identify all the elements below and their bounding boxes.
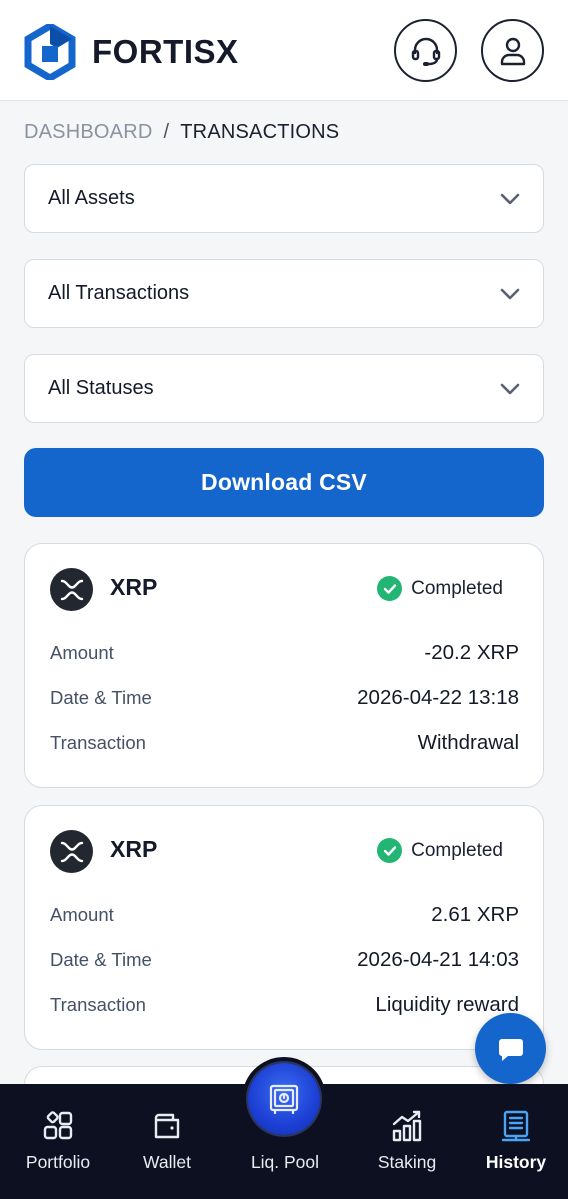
asset-name: XRP: [110, 836, 158, 862]
transaction-label: Transaction: [50, 994, 146, 1015]
chat-button[interactable]: [475, 1013, 546, 1084]
brand-name: FORTISX: [92, 33, 239, 70]
status-text: Completed: [411, 839, 503, 861]
assets-filter-select[interactable]: All Assets: [24, 164, 544, 233]
datetime-label: Date & Time: [50, 949, 152, 970]
nav-label-portfolio: Portfolio: [25, 1152, 91, 1172]
history-list-icon: [501, 1110, 531, 1142]
xrp-coin-icon: [50, 568, 93, 611]
breadcrumb-current: TRANSACTIONS: [180, 121, 340, 143]
datetime-value: 2026-04-22 13:18: [357, 686, 519, 709]
portfolio-grid-icon: [43, 1111, 73, 1140]
nav-label-staking: Staking: [377, 1152, 437, 1172]
chat-bubble-icon: [498, 1038, 523, 1061]
chevron-down-icon: [500, 193, 520, 204]
datetime-label: Date & Time: [50, 687, 152, 708]
download-csv-button[interactable]: Download CSV: [24, 448, 544, 517]
transaction-type-row: Transaction Liquidity reward: [50, 991, 519, 1019]
transaction-type-value: Liquidity reward: [375, 993, 519, 1016]
nav-item-staking[interactable]: Staking: [350, 1084, 464, 1199]
transaction-label: Transaction: [50, 732, 146, 753]
datetime-row: Date & Time 2026-04-21 14:03: [50, 946, 519, 974]
nav-item-portfolio[interactable]: Portfolio: [1, 1084, 115, 1199]
status-badge: Completed: [377, 576, 503, 601]
chart-bars-icon: [392, 1110, 422, 1142]
asset-name: XRP: [110, 574, 158, 600]
breadcrumb-separator: /: [163, 121, 170, 143]
vault-icon: [269, 1084, 299, 1115]
headset-icon: [411, 37, 440, 66]
transaction-card[interactable]: XRP Completed Amount -20.2 XRP Date & Ti…: [24, 543, 544, 788]
support-button[interactable]: [394, 19, 457, 82]
xrp-coin-icon: [50, 830, 93, 873]
wallet-icon: [154, 1113, 180, 1139]
nav-item-wallet[interactable]: Wallet: [110, 1084, 224, 1199]
nav-item-history[interactable]: History: [459, 1084, 568, 1199]
chevron-down-icon: [500, 383, 520, 394]
brand-logo[interactable]: FORTISX: [24, 24, 239, 80]
transaction-type-value: Withdrawal: [417, 731, 519, 754]
datetime-value: 2026-04-21 14:03: [357, 948, 519, 971]
check-circle-icon: [377, 838, 403, 863]
amount-value: 2.61 XRP: [431, 903, 519, 926]
amount-row: Amount 2.61 XRP: [50, 901, 519, 929]
breadcrumb-dashboard-link[interactable]: DASHBOARD: [24, 121, 153, 143]
app-header: FORTISX: [0, 0, 568, 101]
transaction-type-row: Transaction Withdrawal: [50, 729, 519, 757]
check-circle-icon: [377, 576, 403, 601]
statuses-filter-value: All Statuses: [48, 377, 154, 399]
amount-value: -20.2 XRP: [424, 641, 519, 664]
fortisx-logo-icon: [24, 24, 76, 80]
assets-filter-value: All Assets: [48, 187, 135, 209]
nav-label-liq-pool: Liq. Pool: [250, 1152, 320, 1172]
breadcrumb: DASHBOARD / TRANSACTIONS: [24, 121, 339, 144]
status-text: Completed: [411, 577, 503, 599]
nav-label-wallet: Wallet: [143, 1152, 191, 1172]
transactions-filter-value: All Transactions: [48, 282, 190, 304]
chevron-down-icon: [500, 288, 520, 299]
nav-label-history: History: [485, 1152, 547, 1172]
user-icon: [500, 37, 525, 65]
transactions-filter-select[interactable]: All Transactions: [24, 259, 544, 328]
status-badge: Completed: [377, 838, 503, 863]
amount-label: Amount: [50, 642, 114, 663]
amount-label: Amount: [50, 904, 114, 925]
statuses-filter-select[interactable]: All Statuses: [24, 354, 544, 423]
amount-row: Amount -20.2 XRP: [50, 639, 519, 667]
transaction-card[interactable]: XRP Completed Amount 2.61 XRP Date & Tim…: [24, 805, 544, 1050]
datetime-row: Date & Time 2026-04-22 13:18: [50, 684, 519, 712]
profile-button[interactable]: [481, 19, 544, 82]
nav-item-liq-pool[interactable]: [242, 1057, 326, 1141]
